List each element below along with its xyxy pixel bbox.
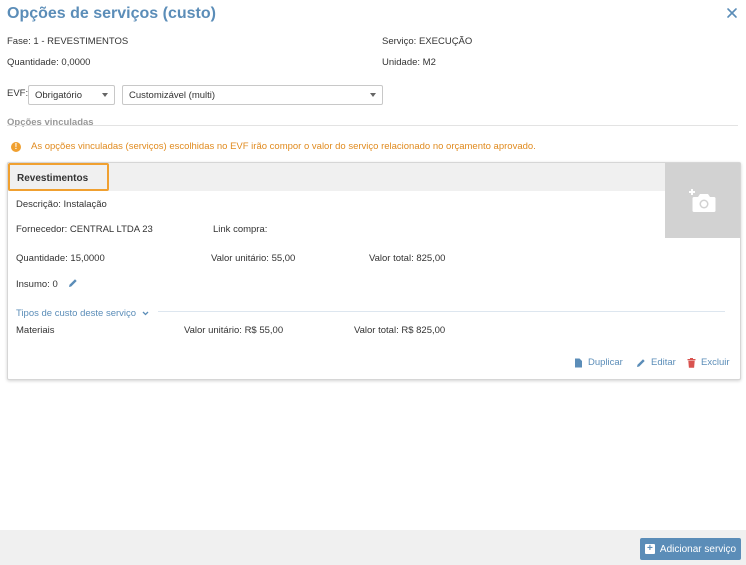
valor-total-value: 825,00: [416, 253, 446, 264]
dialog-title: Opções de serviços (custo): [7, 5, 216, 22]
chevron-down-icon: [142, 311, 149, 316]
card-quantidade-label: Quantidade:: [16, 253, 68, 264]
evf-label: EVF:: [7, 88, 29, 99]
close-icon[interactable]: [726, 7, 738, 19]
edit-button[interactable]: Editar: [636, 357, 676, 368]
fase-label: Fase:: [7, 36, 31, 47]
fornecedor-value: CENTRAL LTDA 23: [69, 224, 153, 235]
document-icon: [575, 358, 582, 367]
cost-row-name: Materiais: [16, 325, 55, 336]
chevron-down-icon: [102, 93, 108, 97]
fase-value: 1 - REVESTIMENTOS: [33, 36, 129, 47]
cost-row-valor-unitario-label: Valor unitário:: [184, 325, 242, 336]
link-compra-label: Link compra:: [213, 224, 268, 235]
dialog-footer: + Adicionar serviço: [0, 530, 746, 565]
pencil-icon: [637, 358, 645, 367]
cost-row-valor-unitario-value: R$ 55,00: [244, 325, 284, 336]
duplicate-button[interactable]: Duplicar: [574, 357, 623, 368]
add-service-label: Adicionar serviço: [659, 543, 737, 555]
delete-button[interactable]: Excluir: [687, 357, 730, 368]
add-photo-icon: [688, 188, 715, 212]
quantidade-field: Quantidade: 15,0000: [16, 253, 105, 264]
servico-label: Serviço:: [382, 36, 417, 47]
quantidade-value: 0,0000: [61, 57, 91, 68]
evf-required-select-value: Obrigatório: [35, 90, 82, 101]
unidade-label: Unidade:: [382, 57, 421, 68]
duplicate-label: Duplicar: [588, 357, 623, 368]
cost-types-toggle[interactable]: Tipos de custo deste serviço: [16, 308, 150, 319]
section-label: Opções vinculadas: [7, 117, 94, 128]
cost-row-valor-total: Valor total: R$ 825,00: [354, 325, 445, 336]
plus-icon: +: [644, 544, 655, 554]
fornecedor-field: Fornecedor: CENTRAL LTDA 23: [16, 224, 153, 235]
evf-required-select[interactable]: Obrigatório: [28, 85, 115, 105]
section-divider: [7, 125, 738, 126]
fase-info: Fase: 1 - REVESTIMENTOS: [7, 36, 128, 47]
cost-types-label: Tipos de custo deste serviço: [16, 308, 137, 319]
cost-row-valor-unitario: Valor unitário: R$ 55,00: [184, 325, 283, 336]
insumo-label: Insumo:: [16, 279, 50, 291]
chevron-down-icon: [370, 93, 376, 97]
descricao-value: Instalação: [63, 199, 107, 210]
photo-placeholder[interactable]: [665, 163, 740, 238]
warning-text: As opções vinculadas (serviços) escolhid…: [31, 141, 536, 152]
card-quantidade-value: 15,0000: [70, 253, 105, 264]
unidade-info: Unidade: M2: [382, 57, 436, 68]
valor-total-field: Valor total: 825,00: [369, 253, 445, 264]
valor-unitario-value: 55,00: [271, 253, 296, 264]
cost-types-divider: [158, 311, 725, 312]
add-service-button[interactable]: + Adicionar serviço: [640, 538, 741, 560]
insumo-value: 0: [52, 279, 58, 291]
warning-icon: !: [11, 141, 21, 152]
link-compra-field: Link compra:: [213, 224, 267, 235]
edit-label: Editar: [651, 357, 676, 368]
servico-info: Serviço: EXECUÇÃO: [382, 36, 472, 47]
valor-unitario-label: Valor unitário:: [211, 253, 269, 264]
fornecedor-label: Fornecedor:: [16, 224, 68, 235]
valor-total-label: Valor total:: [369, 253, 414, 264]
trash-icon: [687, 357, 696, 368]
evf-type-select-value: Customizável (multi): [129, 90, 216, 101]
pencil-icon[interactable]: [68, 278, 78, 291]
unidade-value: M2: [422, 57, 436, 68]
insumo-field: Insumo: 0: [16, 278, 78, 291]
valor-unitario-field: Valor unitário: 55,00: [211, 253, 295, 264]
descricao-field: Descrição: Instalação: [16, 199, 107, 210]
quantidade-label: Quantidade:: [7, 57, 59, 68]
cost-row-valor-total-value: R$ 825,00: [401, 325, 446, 336]
service-option-card: Revestimentos Descrição: Instalação Forn…: [7, 162, 741, 380]
delete-label: Excluir: [701, 357, 730, 368]
evf-type-select[interactable]: Customizável (multi): [122, 85, 383, 105]
descricao-label: Descrição:: [16, 199, 61, 210]
cost-row-valor-total-label: Valor total:: [354, 325, 399, 336]
quantidade-info: Quantidade: 0,0000: [7, 57, 90, 68]
servico-value: EXECUÇÃO: [418, 36, 473, 47]
card-title: Revestimentos: [8, 163, 109, 191]
warning-alert: ! As opções vinculadas (serviços) escolh…: [11, 141, 536, 152]
